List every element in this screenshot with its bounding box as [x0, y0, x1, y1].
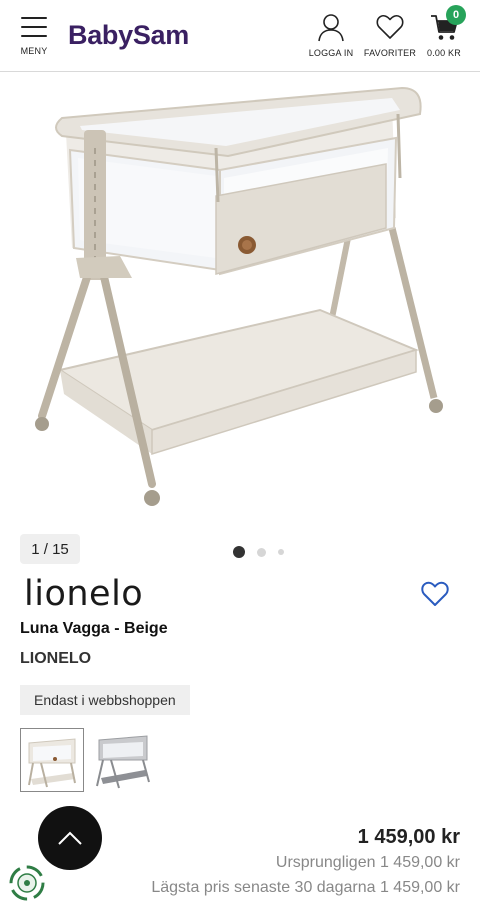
gallery-dot-3[interactable]	[278, 549, 284, 555]
menu-button[interactable]: MENY	[14, 14, 54, 62]
product-brand[interactable]: LIONELO	[20, 650, 91, 668]
eco-badge-icon[interactable]	[8, 864, 46, 902]
brand-logo[interactable]: lionelo	[24, 574, 143, 614]
cart-total: 0.00 KR	[427, 48, 461, 58]
add-to-favorites-button[interactable]	[420, 580, 450, 608]
variant-grey[interactable]	[91, 728, 155, 792]
original-price: Ursprungligen 1 459,00 kr	[275, 854, 460, 871]
user-icon	[318, 14, 344, 42]
gallery-dots[interactable]	[233, 546, 284, 558]
product-image[interactable]	[20, 78, 460, 518]
lowest-price-30-days: Lägsta pris senaste 30 dagarna 1 459,00 …	[151, 879, 460, 896]
product-price: 1 459,00 kr	[357, 826, 460, 848]
heart-icon	[376, 14, 404, 39]
hamburger-icon	[21, 17, 47, 37]
site-header: MENY BabySam LOGGA IN FAVORITER 0.00 KR …	[0, 0, 480, 72]
login-label: LOGGA IN	[308, 48, 354, 58]
product-title: Luna Vagga - Beige	[20, 620, 168, 637]
gallery-counter: 1 / 15	[20, 534, 80, 564]
gallery-dot-2[interactable]	[257, 547, 266, 557]
login-button[interactable]: LOGGA IN	[306, 12, 356, 58]
cart-count-badge: 0	[446, 5, 466, 25]
gallery-dot-1[interactable]	[233, 546, 245, 558]
menu-label: MENY	[20, 46, 48, 56]
heart-outline-icon	[421, 581, 449, 606]
scroll-to-top-button[interactable]	[38, 806, 102, 870]
favorites-label: FAVORITER	[363, 48, 417, 58]
favorites-button[interactable]: FAVORITER	[362, 12, 418, 58]
babysam-logo[interactable]: BabySam	[68, 18, 189, 52]
chevron-up-icon	[58, 831, 82, 845]
webshop-only-badge: Endast i webbshoppen	[20, 685, 190, 715]
variant-beige[interactable]	[20, 728, 84, 792]
